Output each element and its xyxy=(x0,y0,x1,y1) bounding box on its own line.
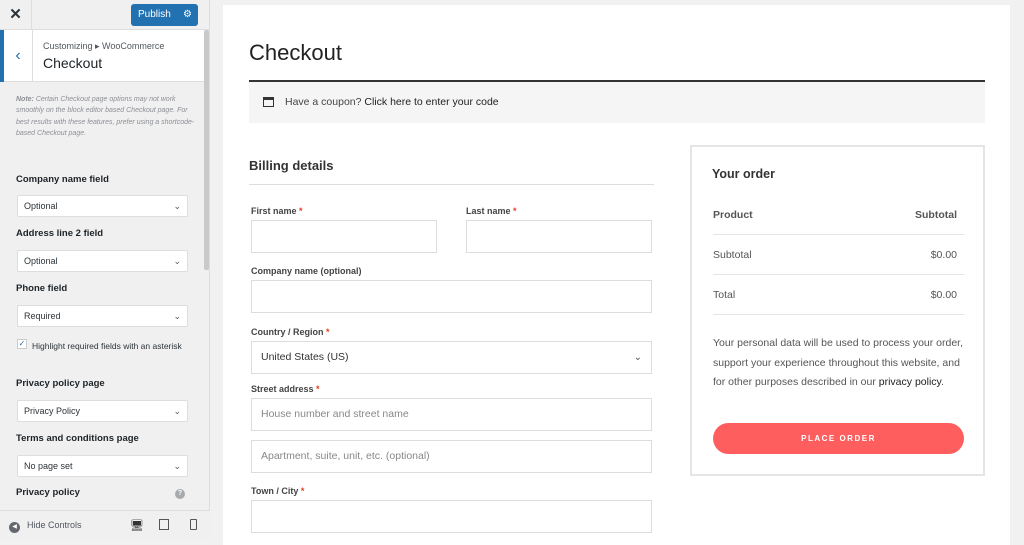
phone-field-label: Phone field xyxy=(16,283,68,294)
note-label: Note: xyxy=(16,96,34,103)
chevron-down-icon: ⌄ xyxy=(173,461,181,471)
company-field-label: Company name field xyxy=(16,174,109,185)
label-text: Country / Region xyxy=(251,327,324,337)
chevron-down-icon: ⌄ xyxy=(173,201,181,211)
label-text: First name xyxy=(251,206,297,216)
highlight-required-checkbox[interactable]: ✓ xyxy=(17,339,27,349)
breadcrumb: Customizing ▸ WooCommerce xyxy=(43,41,165,51)
order-review: Your order Product Subtotal Subtotal $0.00… xyxy=(690,145,985,476)
highlight-required-label: Highlight required fields with an asteri… xyxy=(32,341,182,351)
billing-title: Billing details xyxy=(249,158,334,173)
product-header: Product xyxy=(713,209,753,221)
gear-icon[interactable]: ⚙ xyxy=(183,4,192,26)
subtotal-row: Subtotal $0.00 xyxy=(713,235,964,275)
required-mark: * xyxy=(316,384,320,394)
select-value: Privacy Policy xyxy=(24,406,81,416)
first-name-label: First name * xyxy=(251,206,303,216)
close-icon[interactable]: ✕ xyxy=(0,0,32,30)
select-value: Required xyxy=(24,311,61,321)
order-header-row: Product Subtotal xyxy=(713,195,964,235)
address2-field-select[interactable]: Optional ⌄ xyxy=(17,250,188,272)
required-mark: * xyxy=(300,486,305,496)
country-select[interactable]: United States (US) ⌄ xyxy=(251,341,652,374)
street-input[interactable]: House number and street name xyxy=(251,398,652,431)
privacy-text: Your personal data will be used to proce… xyxy=(713,334,968,393)
coupon-notice: Have a coupon? Click here to enter your … xyxy=(249,82,985,123)
subtotal-label: Subtotal xyxy=(713,249,752,261)
privacy-page-label: Privacy policy page xyxy=(16,378,105,389)
town-input[interactable] xyxy=(251,500,652,533)
collapse-icon: ◀ xyxy=(9,522,20,533)
help-icon[interactable]: ? xyxy=(175,489,185,499)
select-value: No page set xyxy=(24,461,73,471)
apartment-input[interactable]: Apartment, suite, unit, etc. (optional) xyxy=(251,440,652,473)
label-text: Street address xyxy=(251,384,314,394)
customizer-topbar: ✕ Publish ⚙ xyxy=(0,0,210,30)
chevron-down-icon: ⌄ xyxy=(173,311,181,321)
terms-page-label: Terms and conditions page xyxy=(16,433,139,444)
street-label: Street address * xyxy=(251,384,320,394)
note-text: Note: Certain Checkout page options may … xyxy=(16,94,196,139)
total-label: Total xyxy=(713,289,736,301)
publish-label: Publish xyxy=(138,9,171,20)
chevron-down-icon: ⌄ xyxy=(173,256,181,266)
hide-controls-button[interactable]: ◀ Hide Controls xyxy=(9,520,82,533)
privacy-policy-label: Privacy policy xyxy=(16,487,80,498)
subtotal-value: $0.00 xyxy=(930,249,957,261)
section-title: Checkout xyxy=(43,55,103,71)
company-label: Company name (optional) xyxy=(251,266,362,276)
select-value: Optional xyxy=(24,201,58,211)
back-chevron-icon[interactable]: ‹ xyxy=(0,30,33,82)
subtotal-header: Subtotal xyxy=(915,209,957,221)
first-name-input[interactable] xyxy=(251,220,437,253)
customizer-footer: ◀ Hide Controls 🖥 xyxy=(0,510,210,538)
note-body: Certain Checkout page options may not wo… xyxy=(16,96,195,137)
customizer-sidebar: ✕ Publish ⚙ ‹ Customizing ▸ WooCommerce C… xyxy=(0,0,210,538)
total-row: Total $0.00 xyxy=(713,275,964,315)
order-title: Your order xyxy=(712,167,775,181)
scrollbar[interactable] xyxy=(204,30,209,270)
label-text: Last name xyxy=(466,206,511,216)
select-value: Optional xyxy=(24,256,58,266)
total-value: $0.00 xyxy=(930,289,957,301)
page-title: Checkout xyxy=(249,40,342,65)
coupon-link[interactable]: Click here to enter your code xyxy=(364,96,498,108)
mobile-preview-icon[interactable] xyxy=(190,519,197,530)
place-order-button[interactable]: PLACE ORDER xyxy=(713,423,964,454)
required-mark: * xyxy=(513,206,517,216)
required-mark: * xyxy=(299,206,303,216)
address2-field-label: Address line 2 field xyxy=(16,228,104,239)
tablet-preview-icon[interactable] xyxy=(159,519,169,530)
company-input[interactable] xyxy=(251,280,652,313)
billing-divider xyxy=(249,184,654,185)
required-mark: * xyxy=(326,327,330,337)
hide-controls-label: Hide Controls xyxy=(27,520,82,530)
company-field-select[interactable]: Optional ⌄ xyxy=(17,195,188,217)
chevron-down-icon: ⌄ xyxy=(633,352,642,363)
coupon-text: Have a coupon? xyxy=(285,96,365,108)
country-label: Country / Region * xyxy=(251,327,330,337)
privacy-page-select[interactable]: Privacy Policy ⌄ xyxy=(17,400,188,422)
chevron-down-icon: ⌄ xyxy=(173,406,181,416)
phone-field-select[interactable]: Required ⌄ xyxy=(17,305,188,327)
last-name-input[interactable] xyxy=(466,220,652,253)
label-text: Town / City xyxy=(251,486,299,496)
desktop-preview-icon[interactable]: 🖥 xyxy=(130,519,144,532)
terms-page-select[interactable]: No page set ⌄ xyxy=(17,455,188,477)
section-header: ‹ Customizing ▸ WooCommerce Checkout xyxy=(0,30,205,82)
publish-button[interactable]: Publish ⚙ xyxy=(131,4,198,26)
calendar-icon xyxy=(263,97,274,107)
town-label: Town / City * xyxy=(251,486,304,496)
privacy-policy-link[interactable]: privacy policy xyxy=(879,376,941,388)
select-value: United States (US) xyxy=(261,351,349,363)
last-name-label: Last name * xyxy=(466,206,517,216)
privacy-end: . xyxy=(941,376,944,389)
